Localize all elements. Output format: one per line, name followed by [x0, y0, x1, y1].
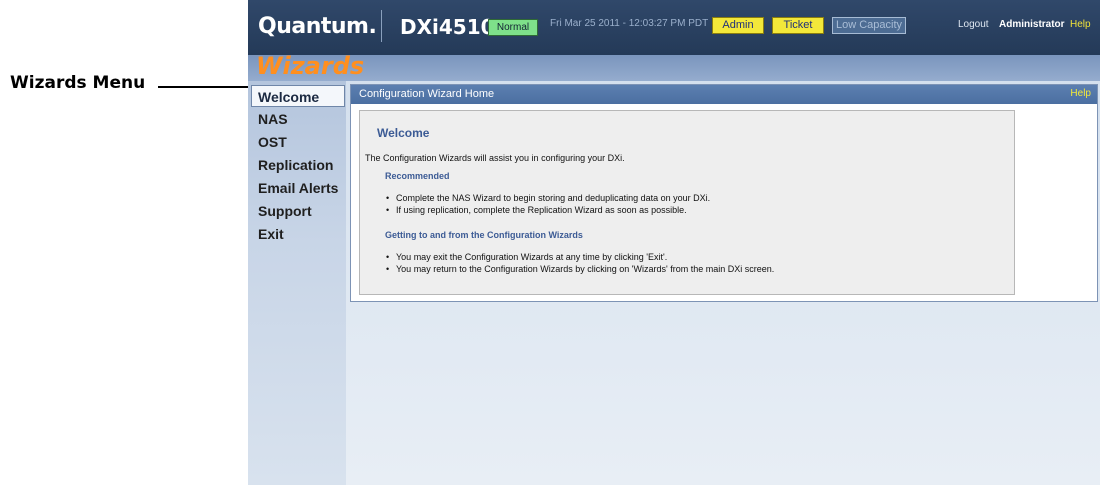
- model-name: DXi4510: [400, 15, 495, 39]
- panel-help-link[interactable]: Help: [1070, 88, 1091, 99]
- wizards-bar: [248, 55, 1100, 81]
- ticket-button[interactable]: Ticket: [772, 17, 824, 34]
- app-window: Quantum. DXi4510 Normal Fri Mar 25 2011 …: [248, 0, 1100, 485]
- callout-label: Wizards Menu: [10, 73, 146, 93]
- logout-link[interactable]: Logout: [958, 19, 989, 30]
- admin-button[interactable]: Admin: [712, 17, 764, 34]
- getting-heading: Getting to and from the Configuration Wi…: [385, 230, 583, 240]
- user-name: Administrator: [999, 19, 1065, 30]
- header-help-link[interactable]: Help: [1070, 19, 1091, 30]
- sidebar-item-nas[interactable]: NAS: [258, 111, 288, 127]
- system-datetime: Fri Mar 25 2011 - 12:03:27 PM PDT: [550, 18, 709, 29]
- header-divider: [381, 10, 382, 42]
- welcome-box: Welcome The Configuration Wizards will a…: [359, 110, 1015, 295]
- sidebar-item-ost[interactable]: OST: [258, 134, 287, 150]
- sidebar-item-email-alerts[interactable]: Email Alerts: [258, 180, 338, 196]
- status-normal-button[interactable]: Normal: [488, 19, 538, 36]
- intro-text: The Configuration Wizards will assist yo…: [365, 153, 625, 163]
- wizards-title: Wizards: [256, 52, 365, 80]
- brand-logo: Quantum.: [258, 14, 377, 39]
- sidebar-item-exit[interactable]: Exit: [258, 226, 284, 242]
- recommended-heading: Recommended: [385, 171, 450, 181]
- sidebar-item-replication[interactable]: Replication: [258, 157, 333, 173]
- panel-header: Configuration Wizard Home Help: [351, 85, 1097, 104]
- sidebar-item-support[interactable]: Support: [258, 203, 312, 219]
- list-item: If using replication, complete the Repli…: [386, 205, 687, 215]
- sidebar-item-welcome[interactable]: Welcome: [251, 85, 345, 107]
- list-item: Complete the NAS Wizard to begin storing…: [386, 193, 710, 203]
- list-item: You may return to the Configuration Wiza…: [386, 264, 774, 274]
- top-bar: Quantum. DXi4510 Normal Fri Mar 25 2011 …: [248, 0, 1100, 55]
- sidebar-item-label: Welcome: [258, 89, 320, 105]
- low-capacity-button[interactable]: Low Capacity: [832, 17, 906, 34]
- callout-line: [158, 86, 258, 88]
- content-panel: Configuration Wizard Home Help Welcome T…: [350, 84, 1098, 302]
- list-item: You may exit the Configuration Wizards a…: [386, 252, 667, 262]
- welcome-heading: Welcome: [377, 126, 430, 140]
- panel-title: Configuration Wizard Home: [359, 88, 495, 100]
